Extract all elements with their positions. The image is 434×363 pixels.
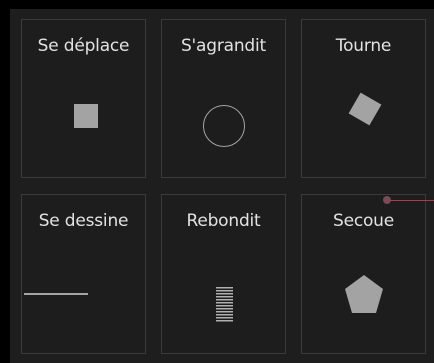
line-icon bbox=[24, 293, 88, 295]
card-shake-label: Secoue bbox=[332, 211, 395, 231]
card-draw[interactable]: Se dessine bbox=[21, 194, 146, 354]
circle-icon bbox=[203, 105, 245, 147]
connector-line bbox=[388, 200, 434, 201]
card-rotate[interactable]: Tourne bbox=[301, 19, 426, 178]
card-draw-label: Se dessine bbox=[38, 211, 129, 231]
striped-bar-icon bbox=[216, 287, 233, 323]
pentagon-icon bbox=[345, 275, 383, 313]
card-move-label: Se déplace bbox=[37, 36, 130, 56]
card-grow[interactable]: S'agrandit bbox=[161, 19, 286, 178]
animation-panel: Se déplace S'agrandit Tourne Se dessine … bbox=[10, 9, 434, 363]
card-bounce-label: Rebondit bbox=[186, 211, 261, 231]
rotated-square-icon bbox=[348, 92, 382, 126]
connector-handle[interactable] bbox=[383, 196, 391, 204]
card-bounce[interactable]: Rebondit bbox=[161, 194, 286, 354]
card-grow-label: S'agrandit bbox=[180, 36, 267, 56]
card-shake[interactable]: Secoue bbox=[301, 194, 426, 354]
square-icon bbox=[74, 104, 98, 128]
card-move[interactable]: Se déplace bbox=[21, 19, 146, 178]
card-rotate-label: Tourne bbox=[335, 36, 392, 56]
stage: Se déplace S'agrandit Tourne Se dessine … bbox=[0, 0, 434, 363]
